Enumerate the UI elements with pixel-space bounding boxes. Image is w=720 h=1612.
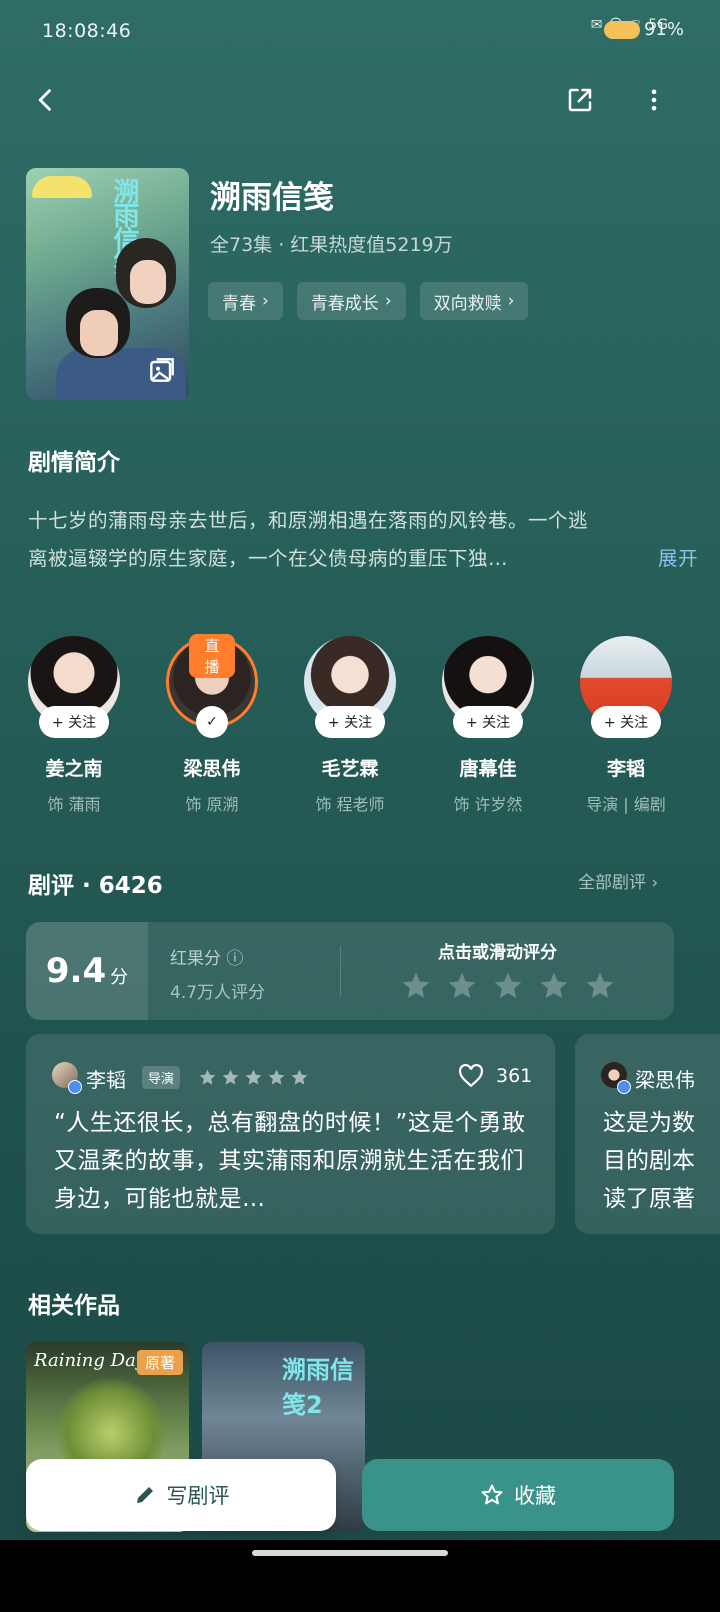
chevron-left-icon bbox=[38, 89, 51, 111]
cast-member[interactable]: + 关注 姜之南 饰 蒲雨 bbox=[18, 636, 130, 815]
follow-button[interactable]: + 关注 bbox=[315, 706, 385, 738]
review-text: 这是为数 目的剧本 读了原著 bbox=[603, 1110, 695, 1212]
like-count: 361 bbox=[496, 1065, 533, 1087]
gallery-icon[interactable] bbox=[146, 354, 178, 386]
follow-button[interactable]: + 关注 bbox=[591, 706, 661, 738]
cast-role: 导演 | 编剧 bbox=[586, 795, 666, 814]
score-value: 9.4 bbox=[45, 951, 107, 991]
cast-member[interactable]: + 关注 毛艺霖 饰 程老师 bbox=[294, 636, 406, 815]
tag-chip[interactable]: 青春 › bbox=[208, 282, 283, 320]
followed-check[interactable]: ✓ bbox=[196, 706, 228, 738]
show-poster[interactable]: 溯雨信笺 bbox=[26, 168, 189, 400]
cast-member[interactable]: + 关注 唐幕佳 饰 许岁然 bbox=[432, 636, 544, 815]
review-text: “人生还很长，总有翻盘的时候！”这是个勇敢又温柔的故事，其实蒲雨和原溯就生活在我… bbox=[54, 1110, 526, 1212]
tag-list: 青春 › 青春成长 › 双向救赎 › bbox=[208, 282, 529, 320]
star-icon[interactable] bbox=[492, 970, 524, 1002]
heart-icon bbox=[459, 1064, 483, 1088]
cast-member[interactable]: 直播 ✓ 梁思伟 饰 原溯 bbox=[156, 634, 268, 815]
poster-face bbox=[130, 260, 166, 304]
role-badge: 导演 bbox=[142, 1066, 181, 1089]
synopsis-text[interactable]: 十七岁的蒲雨母亲去世后，和原溯相遇在落雨的风铃巷。一个逃 离被逼辍学的原生家庭，… bbox=[28, 502, 698, 578]
like-button[interactable]: 361 bbox=[458, 1064, 532, 1088]
tag-chip[interactable]: 青春成长 › bbox=[296, 282, 406, 320]
battery-icon bbox=[603, 21, 640, 39]
score-label[interactable]: 红果分 ⓘ bbox=[170, 944, 243, 969]
more-vertical-icon bbox=[651, 89, 657, 111]
synopsis-heading: 剧情简介 bbox=[28, 450, 120, 476]
review-author[interactable]: 李韬 bbox=[86, 1064, 126, 1093]
score-unit: 分 bbox=[110, 967, 129, 988]
review-card[interactable]: 梁思伟 这是为数 目的剧本 读了原著 bbox=[575, 1034, 720, 1234]
score-box: 9.4 分 bbox=[26, 922, 148, 1020]
star-icon[interactable] bbox=[400, 970, 432, 1002]
original-badge: 原著 bbox=[136, 1350, 183, 1375]
poster-face bbox=[80, 310, 118, 356]
back-button[interactable] bbox=[24, 78, 68, 122]
write-review-button[interactable]: 写剧评 bbox=[26, 1459, 336, 1531]
rating-stars[interactable] bbox=[400, 970, 616, 1002]
follow-button[interactable]: + 关注 bbox=[39, 706, 109, 738]
star-icon[interactable] bbox=[538, 970, 570, 1002]
home-indicator[interactable] bbox=[252, 1550, 448, 1556]
verified-icon bbox=[68, 1080, 82, 1094]
show-title: 溯雨信笺 bbox=[210, 180, 334, 216]
score-count: 4.7万人评分 bbox=[170, 983, 266, 1003]
share-button[interactable] bbox=[558, 78, 602, 122]
all-reviews-link[interactable]: 全部剧评 › bbox=[578, 868, 658, 893]
cast-role: 饰 许岁然 bbox=[453, 795, 523, 814]
related-cover-text: Raining Day bbox=[34, 1350, 146, 1371]
star-icon bbox=[268, 1069, 285, 1085]
review-card[interactable]: 李韬 导演 361 “人生还很长，总有翻盘的时候！”这是个勇敢又温柔的故事，其实… bbox=[26, 1034, 555, 1234]
star-icon bbox=[245, 1069, 262, 1085]
chevron-right-icon: › bbox=[384, 291, 392, 311]
rate-prompt: 点击或滑动评分 bbox=[438, 943, 557, 963]
review-author[interactable]: 梁思伟 bbox=[635, 1064, 695, 1093]
cast-role: 饰 程老师 bbox=[315, 795, 385, 814]
cast-name: 唐幕佳 bbox=[459, 758, 517, 780]
star-icon bbox=[199, 1069, 216, 1085]
pencil-icon bbox=[136, 1487, 153, 1503]
synopsis-line: 离被逼辍学的原生家庭，一个在父债母病的重压下独… bbox=[28, 547, 509, 570]
star-outline-icon bbox=[481, 1484, 503, 1505]
cast-name: 李韬 bbox=[606, 758, 645, 780]
battery: 91% bbox=[603, 19, 684, 40]
write-review-label: 写剧评 bbox=[166, 1484, 230, 1508]
cast-name: 姜之南 bbox=[45, 758, 103, 780]
cast-role: 饰 蒲雨 bbox=[47, 795, 101, 814]
star-icon[interactable] bbox=[446, 970, 478, 1002]
expand-link[interactable]: 展开 bbox=[658, 540, 698, 578]
chevron-right-icon: › bbox=[507, 291, 515, 311]
tag-chip[interactable]: 双向救赎 › bbox=[419, 282, 529, 320]
related-cover-text: 溯雨信笺2 bbox=[282, 1356, 354, 1419]
battery-level: 91% bbox=[643, 19, 684, 40]
collect-label: 收藏 bbox=[514, 1484, 556, 1508]
star-icon bbox=[291, 1069, 308, 1085]
score-card: 9.4 分 红果分 ⓘ 4.7万人评分 点击或滑动评分 bbox=[26, 922, 674, 1020]
share-icon bbox=[568, 88, 592, 112]
divider bbox=[340, 946, 341, 996]
show-meta: 全73集 · 红果热度值5219万 bbox=[210, 234, 453, 256]
cast-name: 梁思伟 bbox=[183, 758, 241, 780]
live-badge: 直播 bbox=[189, 634, 235, 678]
follow-button[interactable]: + 关注 bbox=[453, 706, 523, 738]
cast-member[interactable]: + 关注 李韬 导演 | 编剧 bbox=[570, 636, 682, 815]
related-heading: 相关作品 bbox=[28, 1293, 120, 1319]
synopsis-line: 十七岁的蒲雨母亲去世后，和原溯相遇在落雨的风铃巷。一个逃 bbox=[28, 509, 589, 532]
status-time: 18:08:46 bbox=[42, 20, 132, 42]
cast-role: 饰 原溯 bbox=[185, 795, 239, 814]
poster-umbrella bbox=[32, 176, 92, 198]
star-icon bbox=[222, 1069, 239, 1085]
collect-button[interactable]: 收藏 bbox=[362, 1459, 674, 1531]
chevron-right-icon: › bbox=[262, 291, 269, 311]
cast-name: 毛艺霖 bbox=[321, 758, 379, 780]
review-rating bbox=[198, 1068, 309, 1087]
notification-icon: ✉ bbox=[590, 17, 603, 33]
verified-icon bbox=[617, 1080, 631, 1094]
star-icon[interactable] bbox=[584, 970, 616, 1002]
more-button[interactable] bbox=[632, 78, 676, 122]
reviews-heading: 剧评 · 6426 bbox=[28, 873, 163, 899]
